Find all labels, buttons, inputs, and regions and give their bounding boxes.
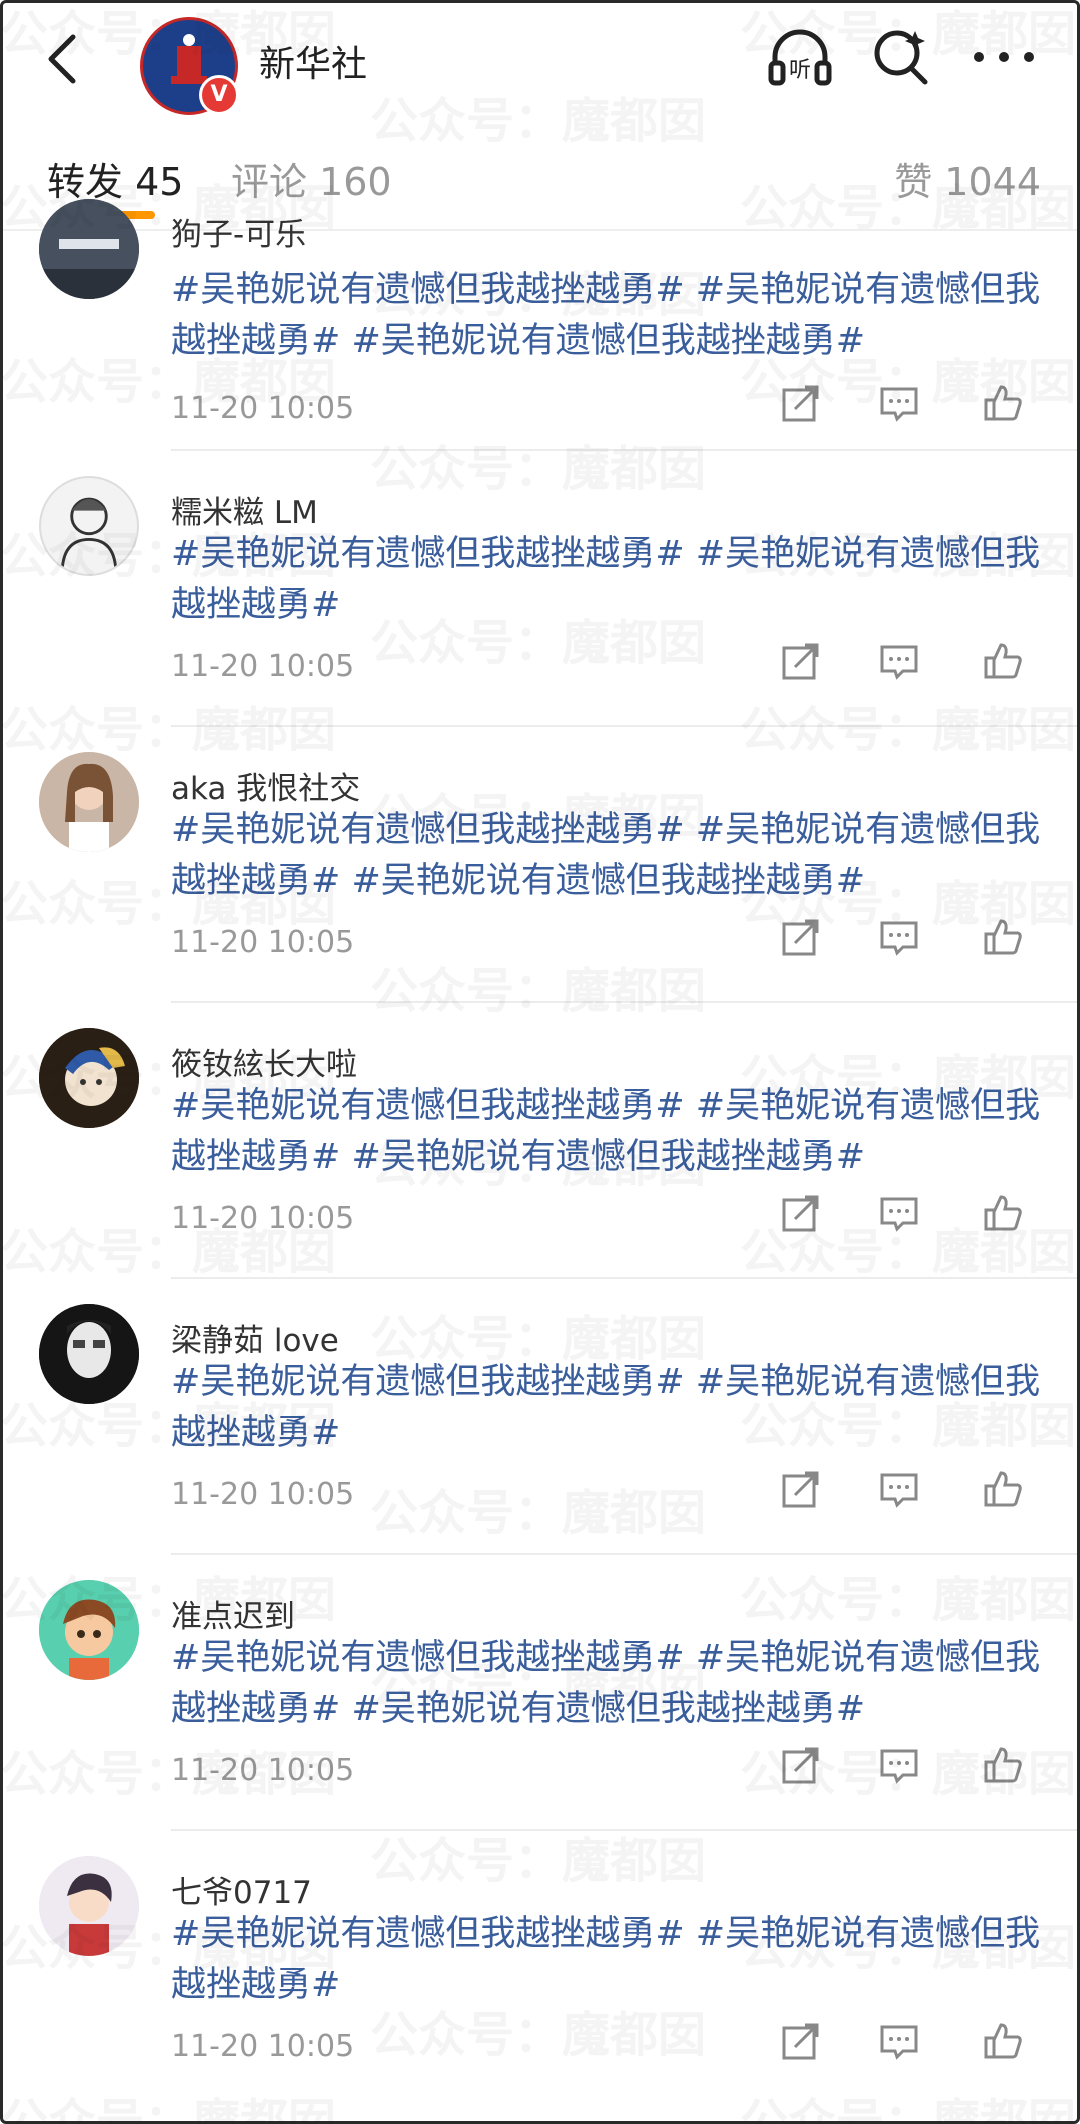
user-name[interactable]: 糯米糍 LM <box>171 487 318 532</box>
repost-icon[interactable] <box>781 1193 821 1233</box>
more-icon[interactable] <box>969 47 1039 67</box>
timestamp: 11-20 10:05 <box>171 1477 355 1512</box>
user-name[interactable]: 梁静茹 love <box>171 1315 339 1360</box>
tab-comment[interactable]: 评论 160 <box>231 151 392 206</box>
avatar[interactable] <box>39 199 139 299</box>
avatar-image-icon <box>60 497 118 574</box>
comment-icon[interactable] <box>879 917 919 957</box>
search-icon[interactable] <box>871 25 933 89</box>
page-title: 新华社 <box>259 44 368 85</box>
user-name[interactable]: 准点迟到 <box>171 1591 295 1636</box>
avatar[interactable] <box>39 1856 139 1956</box>
list-item: aka 我恨社交 #吴艳妮说有遗憾但我越挫越勇# #吴艳妮说有遗憾但我越挫越勇#… <box>3 727 1077 1003</box>
avatar[interactable] <box>39 752 139 852</box>
like-icon[interactable] <box>983 383 1023 423</box>
comment-icon[interactable] <box>879 1745 919 1785</box>
verified-badge: V <box>199 75 239 115</box>
list-item: 梁静茹 love #吴艳妮说有遗憾但我越挫越勇# #吴艳妮说有遗憾但我越挫越勇#… <box>3 1279 1077 1555</box>
repost-icon[interactable] <box>781 641 821 681</box>
post-text[interactable]: #吴艳妮说有遗憾但我越挫越勇# #吴艳妮说有遗憾但我越挫越勇# <box>171 529 1041 631</box>
repost-icon[interactable] <box>781 383 821 423</box>
post-text[interactable]: #吴艳妮说有遗憾但我越挫越勇# #吴艳妮说有遗憾但我越挫越勇# #吴艳妮说有遗憾… <box>171 265 1041 367</box>
user-name[interactable]: aka 我恨社交 <box>171 763 360 808</box>
avatar-image-icon <box>39 1856 139 1956</box>
interaction-tabs: 转发 45 评论 160 赞 1044 <box>3 113 1077 231</box>
comment-icon[interactable] <box>879 1193 919 1233</box>
avatar-image-icon <box>39 199 139 299</box>
tab-likes[interactable]: 赞 1044 <box>894 151 1041 206</box>
top-bar: V 新华社 听 <box>3 3 1077 115</box>
user-name[interactable]: 筱钕絃长大啦 <box>171 1039 357 1084</box>
like-icon[interactable] <box>983 917 1023 957</box>
avatar-image-icon <box>39 1580 139 1680</box>
avatar-image-icon <box>39 752 139 852</box>
comment-icon[interactable] <box>879 1469 919 1509</box>
app-frame: V 新华社 听 转发 45 评论 160 赞 1044 狗子-可乐 #吴艳妮说有… <box>0 0 1080 2124</box>
timestamp: 11-20 10:05 <box>171 925 355 960</box>
repost-icon[interactable] <box>781 1745 821 1785</box>
comment-icon[interactable] <box>879 383 919 423</box>
like-icon[interactable] <box>983 1193 1023 1233</box>
repost-icon[interactable] <box>781 1469 821 1509</box>
list-item: 糯米糍 LM #吴艳妮说有遗憾但我越挫越勇# #吴艳妮说有遗憾但我越挫越勇# 1… <box>3 451 1077 727</box>
post-text[interactable]: #吴艳妮说有遗憾但我越挫越勇# #吴艳妮说有遗憾但我越挫越勇# <box>171 1909 1041 2011</box>
timestamp: 11-20 10:05 <box>171 2029 355 2064</box>
list-item: 筱钕絃长大啦 #吴艳妮说有遗憾但我越挫越勇# #吴艳妮说有遗憾但我越挫越勇# #… <box>3 1003 1077 1279</box>
listen-headphone-icon[interactable]: 听 <box>765 25 835 89</box>
repost-list: 狗子-可乐 #吴艳妮说有遗憾但我越挫越勇# #吴艳妮说有遗憾但我越挫越勇# #吴… <box>3 199 1077 2107</box>
list-item: 七爷0717 #吴艳妮说有遗憾但我越挫越勇# #吴艳妮说有遗憾但我越挫越勇# 1… <box>3 1831 1077 2107</box>
post-text[interactable]: #吴艳妮说有遗憾但我越挫越勇# #吴艳妮说有遗憾但我越挫越勇# #吴艳妮说有遗憾… <box>171 805 1041 907</box>
avatar[interactable] <box>39 1580 139 1680</box>
tab-repost[interactable]: 转发 45 <box>47 151 183 206</box>
post-text[interactable]: #吴艳妮说有遗憾但我越挫越勇# #吴艳妮说有遗憾但我越挫越勇# <box>171 1357 1041 1459</box>
like-icon[interactable] <box>983 1469 1023 1509</box>
back-icon[interactable] <box>39 31 89 87</box>
comment-icon[interactable] <box>879 2021 919 2061</box>
comment-icon[interactable] <box>879 641 919 681</box>
like-icon[interactable] <box>983 2021 1023 2061</box>
avatar[interactable] <box>39 1304 139 1404</box>
like-icon[interactable] <box>983 1745 1023 1785</box>
list-item: 狗子-可乐 #吴艳妮说有遗憾但我越挫越勇# #吴艳妮说有遗憾但我越挫越勇# #吴… <box>3 199 1077 451</box>
avatar-image-icon <box>39 1028 139 1128</box>
timestamp: 11-20 10:05 <box>171 649 355 684</box>
repost-icon[interactable] <box>781 917 821 957</box>
avatar-image-icon <box>39 1304 139 1404</box>
timestamp: 11-20 10:05 <box>171 1753 355 1788</box>
repost-icon[interactable] <box>781 2021 821 2061</box>
listen-label: 听 <box>789 58 811 83</box>
timestamp: 11-20 10:05 <box>171 1201 355 1236</box>
timestamp: 11-20 10:05 <box>171 391 355 426</box>
post-text[interactable]: #吴艳妮说有遗憾但我越挫越勇# #吴艳妮说有遗憾但我越挫越勇# #吴艳妮说有遗憾… <box>171 1081 1041 1183</box>
avatar[interactable] <box>39 1028 139 1128</box>
user-name[interactable]: 狗子-可乐 <box>171 209 306 254</box>
post-text[interactable]: #吴艳妮说有遗憾但我越挫越勇# #吴艳妮说有遗憾但我越挫越勇# #吴艳妮说有遗憾… <box>171 1633 1041 1735</box>
user-name[interactable]: 七爷0717 <box>171 1867 312 1912</box>
list-item: 准点迟到 #吴艳妮说有遗憾但我越挫越勇# #吴艳妮说有遗憾但我越挫越勇# #吴艳… <box>3 1555 1077 1831</box>
avatar[interactable] <box>39 476 139 576</box>
like-icon[interactable] <box>983 641 1023 681</box>
